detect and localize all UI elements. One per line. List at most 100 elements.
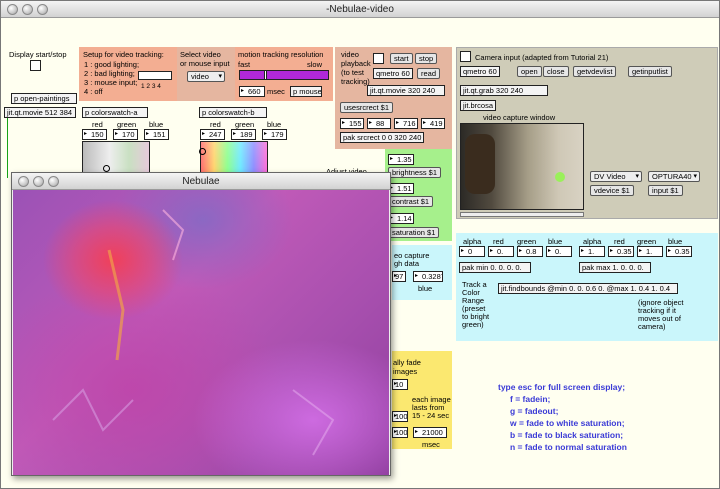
brightness-number[interactable]: 1.35 [388,154,414,165]
swatch-a-green[interactable]: 170 [113,129,138,140]
fade-number-4[interactable]: 21000 [413,427,447,438]
swatch-b-green-label: green [235,120,255,129]
painting-stroke [162,209,185,261]
input-message[interactable]: input $1 [648,185,683,196]
findbounds-object[interactable]: jit.findbounds @min 0. 0. 0.6 0. @max 1.… [498,283,678,294]
swatch-a-picker[interactable] [82,141,150,174]
max-green-label: green [637,237,657,246]
help-line-3: g = fadeout; [510,406,559,416]
capture-blue-label: blue [418,284,433,293]
motion-slider[interactable] [239,70,329,80]
min-green[interactable]: 0.8 [517,246,543,257]
tracking-radio-group[interactable] [138,71,172,80]
swatch-b-red[interactable]: 247 [200,129,225,140]
motion-msec-number[interactable]: 660 [239,86,265,97]
saturation-number[interactable]: 1.14 [388,213,414,224]
display-movie-object[interactable]: jit.qt.movie 512 384 [4,107,76,118]
max-green[interactable]: 1. [637,246,663,257]
video-input-menu[interactable]: video [187,71,225,82]
max-blue[interactable]: 0.35 [666,246,692,257]
video-scrollbar[interactable] [460,212,584,217]
colorswatch-a-object[interactable]: p colorswatch-a [82,107,148,118]
optura-menu[interactable]: OPTURA40 [648,171,700,182]
playback-stop-message[interactable]: stop [415,53,438,64]
motion-slow: slow [307,60,323,69]
camera-grab[interactable]: jit.qt.grab 320 240 [460,85,548,96]
camera-close-message[interactable]: close [543,66,569,77]
swatch-b-green[interactable]: 189 [231,129,256,140]
playback-movie[interactable]: jit.qt.movie 320 240 [367,85,445,96]
min-alpha-label: alpha [463,237,482,246]
swatch-a-red[interactable]: 150 [82,129,107,140]
camera-toggle[interactable] [460,51,471,62]
min-red-label: red [493,237,504,246]
painting-strokes-svg [52,209,335,456]
help-line-2: f = fadein; [510,394,551,404]
playback-start-message[interactable]: start [390,53,413,64]
fade-number-3[interactable]: 1000 [392,427,408,438]
min-red[interactable]: 0. [488,246,514,257]
colorswatch-b-object[interactable]: p colorswatch-b [199,107,267,118]
open-paintings-object[interactable]: p open-paintings [11,93,77,104]
camera-caption: video capture window [483,113,556,122]
pak-max-object[interactable]: pak max 1. 0. 0. 0. [579,262,651,273]
nebulae-window: Nebulae [11,172,391,476]
main-titlebar[interactable]: -Nebulae-video [1,1,719,18]
swatch-b-blue[interactable]: 179 [262,129,287,140]
window-title: -Nebulae-video [326,4,394,15]
camera-metro[interactable]: qmetro 60 [460,66,500,77]
help-line-4: w = fade to white saturation; [510,418,625,428]
fade-line-1: ally fade [393,358,421,367]
camera-brcosa[interactable]: jit.brcosa [460,100,496,111]
painting-stroke [52,388,134,432]
motion-slider-knob[interactable] [264,70,267,80]
camera-open-message[interactable]: open [517,66,542,77]
swatch-a-red-label: red [92,120,103,129]
playback-toggle[interactable] [373,53,384,64]
help-line-6: n = fade to normal saturation [510,442,627,452]
vdevice-message[interactable]: vdevice $1 [590,185,634,196]
playback-read-message[interactable]: read [417,68,441,79]
setup-title: Setup for video tracking: [83,50,164,59]
swatch-b-red-label: red [210,120,221,129]
getinputlist-message[interactable]: getinputlist [628,66,672,77]
saturation-message[interactable]: saturation $1 [388,227,440,238]
max-alpha[interactable]: 1. [579,246,605,257]
contrast-number[interactable]: 1.51 [388,183,414,194]
playback-metro[interactable]: qmetro 60 [373,68,413,79]
contrast-message[interactable]: contrast $1 [388,196,434,207]
swatch-a-blue[interactable]: 151 [144,129,169,140]
fade-number-1[interactable]: 10 [392,379,408,390]
fade-number-2[interactable]: 1000 [392,411,408,422]
pak-min-object[interactable]: pak min 0. 0. 0. 0. [459,262,531,273]
playback-title-2: playback [341,59,371,68]
max-red[interactable]: 0.35 [608,246,634,257]
swatch-b-picker[interactable] [199,141,268,174]
getvdevlist-message[interactable]: getvdevlist [573,66,617,77]
display-toggle[interactable] [30,60,41,71]
max-alpha-label: alpha [583,237,602,246]
pak-srcrect[interactable]: pak srcrect 0 0 320 240 [340,132,424,143]
patch-cord [7,118,8,178]
usesrcrect-message[interactable]: usesrcrect $1 [340,102,394,113]
brightness-message[interactable]: brightness $1 [388,167,442,178]
display-label: Display start/stop [9,50,67,59]
swatch-a-blue-label: blue [149,120,164,129]
srcrect-num-3[interactable]: 716 [394,118,418,129]
srcrect-num-1[interactable]: 155 [340,118,364,129]
srcrect-num-4[interactable]: 419 [421,118,445,129]
radio-numbers: 1 2 3 4 [141,83,161,90]
dv-video-menu[interactable]: DV Video [590,171,642,182]
srcrect-num-2[interactable]: 88 [367,118,391,129]
min-green-label: green [517,237,537,246]
video-ball [555,172,565,182]
capture-number[interactable]: 97 [392,271,406,282]
capture-line-2: gh data [394,259,420,268]
min-blue[interactable]: 0. [546,246,572,257]
nebulae-titlebar[interactable]: Nebulae [12,173,390,190]
setup-option-2: 2 : bad lighting; [84,69,135,78]
swatch-a-cursor [103,165,110,172]
mouse-object[interactable]: p mouse [290,86,322,97]
capture-number-2[interactable]: 0.3287 [413,271,443,282]
min-alpha[interactable]: 0 [459,246,485,257]
